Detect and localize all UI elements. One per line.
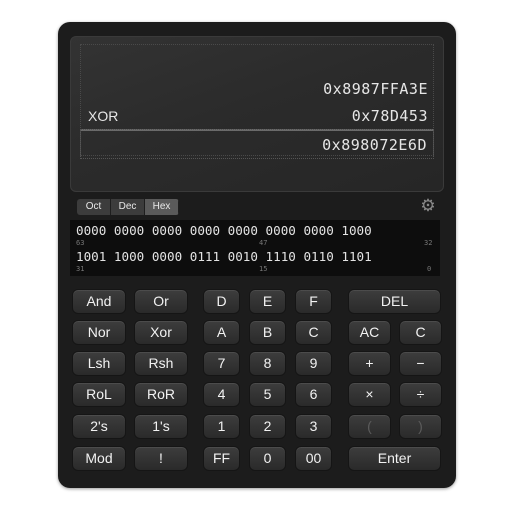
digit-5-button[interactable]: 5	[249, 382, 286, 407]
digit-7-button[interactable]: 7	[203, 351, 240, 376]
gear-icon[interactable]: ⚙	[418, 196, 438, 216]
enter-button[interactable]: Enter	[348, 446, 441, 471]
hex-b-button[interactable]: B	[249, 320, 286, 345]
base-hex-button[interactable]: Hex	[145, 199, 179, 215]
base-oct-button[interactable]: Oct	[77, 199, 111, 215]
hex-a-button[interactable]: A	[203, 320, 240, 345]
clear-button[interactable]: C	[399, 320, 442, 345]
display-line-operand1: 0x8987FFA3E	[80, 74, 434, 104]
bit-label: 0	[427, 265, 432, 273]
result-value: 0x898072E6D	[322, 136, 427, 154]
hex-d-button[interactable]: D	[203, 289, 240, 314]
ones-complement-button[interactable]: 1's	[134, 414, 188, 439]
all-clear-button[interactable]: AC	[348, 320, 391, 345]
twos-complement-button[interactable]: 2's	[72, 414, 126, 439]
binary-display: 0000 0000 0000 0000 0000 0000 0000 1000 …	[70, 220, 440, 276]
hex-e-button[interactable]: E	[249, 289, 286, 314]
rotate-left-button[interactable]: RoL	[72, 382, 126, 407]
digit-8-button[interactable]: 8	[249, 351, 286, 376]
digit-6-button[interactable]: 6	[295, 382, 332, 407]
multiply-button[interactable]: ×	[348, 382, 391, 407]
digit-3-button[interactable]: 3	[295, 414, 332, 439]
bit-label: 47	[259, 239, 268, 247]
divide-button[interactable]: ÷	[399, 382, 442, 407]
digit-9-button[interactable]: 9	[295, 351, 332, 376]
digit-4-button[interactable]: 4	[203, 382, 240, 407]
display-line-result: 0x898072E6D	[80, 129, 434, 159]
nor-button[interactable]: Nor	[72, 320, 126, 345]
bit-label: 31	[76, 265, 85, 273]
operand1-value: 0x8987FFA3E	[323, 80, 428, 98]
base-selector: Oct Dec Hex	[77, 199, 179, 215]
bit-label: 32	[424, 239, 433, 247]
double-zero-button[interactable]: 00	[295, 446, 332, 471]
minus-button[interactable]: −	[399, 351, 442, 376]
right-shift-button[interactable]: Rsh	[134, 351, 188, 376]
delete-button[interactable]: DEL	[348, 289, 441, 314]
and-button[interactable]: And	[72, 289, 126, 314]
display-line-operand2: XOR 0x78D453	[80, 101, 434, 131]
not-button[interactable]: !	[134, 446, 188, 471]
mod-button[interactable]: Mod	[72, 446, 126, 471]
xor-button[interactable]: Xor	[134, 320, 188, 345]
close-paren-button[interactable]: )	[399, 414, 442, 439]
digit-2-button[interactable]: 2	[249, 414, 286, 439]
rotate-right-button[interactable]: RoR	[134, 382, 188, 407]
digit-0-button[interactable]: 0	[249, 446, 286, 471]
digit-1-button[interactable]: 1	[203, 414, 240, 439]
operator-label: XOR	[88, 108, 119, 124]
left-shift-button[interactable]: Lsh	[72, 351, 126, 376]
ff-button[interactable]: FF	[203, 446, 240, 471]
binary-row-high: 0000 0000 0000 0000 0000 0000 0000 1000	[76, 223, 372, 238]
hex-c-button[interactable]: C	[295, 320, 332, 345]
plus-button[interactable]: +	[348, 351, 391, 376]
bit-label: 15	[259, 265, 268, 273]
operand2-value: 0x78D453	[351, 107, 428, 125]
or-button[interactable]: Or	[134, 289, 188, 314]
binary-row-low: 1001 1000 0000 0111 0010 1110 0110 1101	[76, 249, 372, 264]
hex-f-button[interactable]: F	[295, 289, 332, 314]
open-paren-button[interactable]: (	[348, 414, 391, 439]
base-dec-button[interactable]: Dec	[111, 199, 145, 215]
bit-label: 63	[76, 239, 85, 247]
